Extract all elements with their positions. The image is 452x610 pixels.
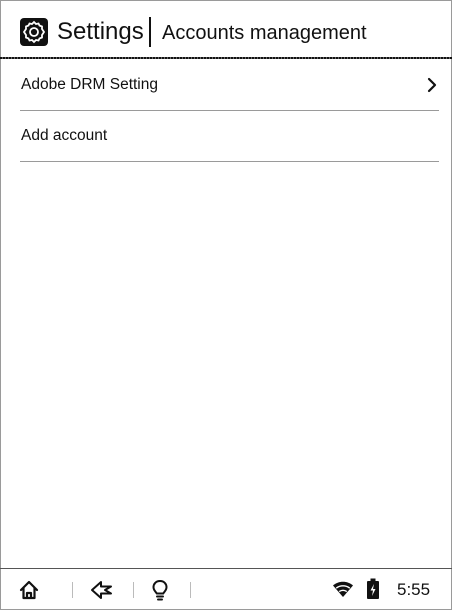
wifi-icon	[332, 580, 354, 603]
title-separator	[149, 17, 151, 47]
nav-separator	[133, 582, 134, 598]
nav-separator	[190, 582, 191, 598]
title-bar: Settings Accounts management	[0, 0, 452, 59]
list-item-adobe-drm-setting[interactable]: Adobe DRM Setting	[20, 60, 439, 111]
page-subtitle: Accounts management	[162, 22, 367, 44]
gear-icon[interactable]	[19, 17, 49, 47]
settings-list: Adobe DRM Setting Add account	[0, 60, 452, 162]
battery-icon	[366, 578, 380, 605]
header-divider	[0, 57, 452, 59]
home-icon[interactable]	[18, 579, 40, 606]
bottom-bar: 5:55	[0, 569, 452, 609]
light-bulb-icon[interactable]	[151, 579, 169, 606]
page-title: Settings	[57, 18, 144, 45]
clock-time: 5:55	[397, 580, 431, 599]
nav-separator	[72, 582, 73, 598]
list-item-label: Add account	[21, 127, 108, 144]
list-item-add-account[interactable]: Add account	[20, 111, 439, 162]
chevron-right-icon	[426, 77, 438, 93]
list-item-label: Adobe DRM Setting	[21, 76, 158, 93]
back-icon[interactable]	[90, 579, 114, 606]
